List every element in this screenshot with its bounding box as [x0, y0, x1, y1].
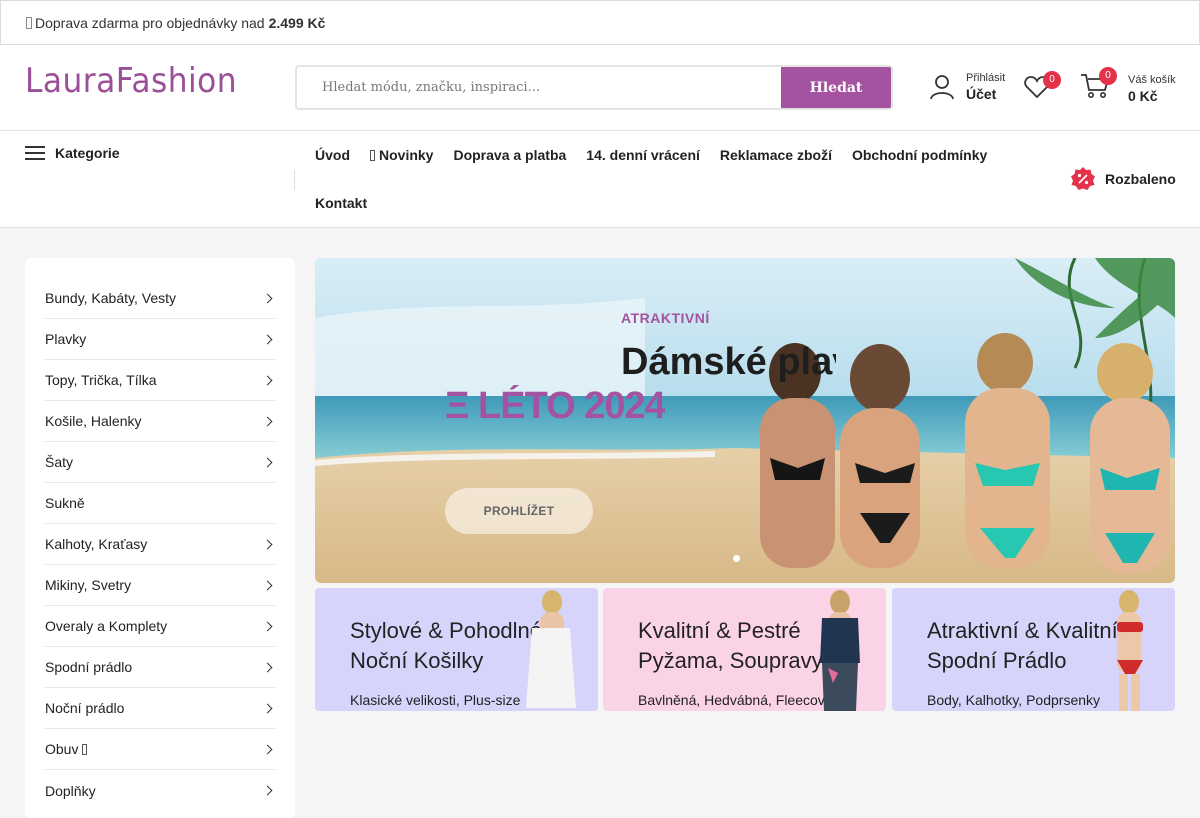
categories-label: Kategorie	[55, 145, 120, 161]
cart-button[interactable]: 0 Váš košík 0 Kč	[1080, 67, 1176, 105]
search-input[interactable]	[297, 67, 781, 108]
chevron-right-icon	[262, 703, 273, 713]
chevron-right-icon	[262, 662, 273, 672]
site-header: LauraFashion Hledat Přihlásit Účet 0 0	[0, 45, 1200, 131]
sidebar-category-label: Overaly a Komplety	[45, 618, 168, 634]
promo-product-image	[820, 590, 860, 711]
chevron-right-icon	[262, 744, 273, 754]
sidebar-category-label: Mikiny, Svetry	[45, 577, 132, 593]
menu-item-novinky[interactable]: Novinky	[370, 131, 433, 179]
slider-dot[interactable]	[733, 555, 740, 562]
user-icon	[930, 75, 954, 100]
hero-banner: ATRAKTIVNÍ Dámské plavky Ξ LÉTO 2024 PRO…	[315, 258, 1175, 583]
sidebar-category-label: Šaty	[45, 454, 74, 470]
sidebar-category-label: Bundy, Kabáty, Vesty	[45, 290, 177, 306]
account-login-label: Přihlásit	[966, 72, 1006, 84]
sidebar-category-label: Noční prádlo	[45, 700, 125, 716]
hamburger-icon	[25, 146, 45, 160]
chevron-right-icon	[262, 580, 273, 590]
promo-card[interactable]: Atraktivní & Kvalitní Spodní Prádlo Body, …	[892, 588, 1175, 711]
hero-subtitle-text: LÉTO 2024	[478, 385, 665, 427]
account-label: Účet	[966, 86, 997, 102]
sidebar-category-label: Sukně	[45, 495, 85, 511]
nav-divider	[294, 170, 295, 190]
sidebar-category-item[interactable]: Bundy, Kabáty, Vesty	[45, 278, 275, 319]
search-bar: Hledat	[295, 65, 893, 110]
menu-item-reklamace[interactable]: Reklamace zboží	[720, 131, 832, 179]
sidebar-category-label: Obuv	[45, 741, 79, 757]
new-icon	[370, 150, 375, 161]
sidebar-category-label: Topy, Trička, Tílka	[45, 372, 157, 388]
hero-eyebrow: ATRAKTIVNÍ	[621, 310, 710, 326]
promo-product-image	[1117, 590, 1143, 711]
category-sidebar: Bundy, Kabáty, Vesty Plavky Topy, Trička, …	[25, 258, 295, 818]
slider-dots	[733, 555, 740, 562]
menu-item-vraceni[interactable]: 14. denní vrácení	[586, 131, 700, 179]
sidebar-category-label: Plavky	[45, 331, 87, 347]
promo-title-line2: Pyžama, Soupravy	[638, 648, 823, 673]
chevron-right-icon	[262, 375, 273, 385]
chevron-right-icon	[262, 293, 273, 303]
sidebar-category-item[interactable]: Košile, Halenky	[45, 401, 275, 442]
sidebar-category-label: Kalhoty, Kraťasy	[45, 536, 148, 552]
unboxed-link[interactable]: Rozbaleno	[1071, 167, 1176, 191]
shoe-icon	[82, 744, 88, 755]
menu-item-doprava[interactable]: Doprava a platba	[453, 131, 566, 179]
menu-item-uvod[interactable]: Úvod	[315, 131, 350, 179]
cart-count-badge: 0	[1099, 67, 1117, 85]
sidebar-category-item[interactable]: Šaty	[45, 442, 275, 483]
promo-subtitle: Body, Kalhotky, Podprsenky	[927, 692, 1101, 708]
menu-item-kontakt[interactable]: Kontakt	[315, 179, 367, 227]
truck-icon	[26, 16, 32, 29]
categories-toggle[interactable]: Kategorie	[25, 145, 120, 161]
hero-subtitle: Ξ LÉTO 2024	[445, 385, 665, 427]
wishlist-button[interactable]: 0	[1024, 71, 1061, 104]
promo-subtitle: Klasické velikosti, Plus-size	[350, 692, 521, 708]
unboxed-label: Rozbaleno	[1105, 171, 1176, 187]
sidebar-category-item[interactable]: Kalhoty, Kraťasy	[45, 524, 275, 565]
cart-total: 0 Kč	[1128, 87, 1158, 104]
promo-title: Kvalitní & Pestré Pyžama, Soupravy	[638, 616, 823, 676]
chevron-right-icon	[262, 785, 273, 796]
promo-product-image	[526, 590, 576, 708]
chevron-right-icon	[262, 416, 273, 426]
sidebar-category-item[interactable]: Overaly a Komplety	[45, 606, 275, 647]
promo-card[interactable]: Kvalitní & Pestré Pyžama, Soupravy Bavlněn…	[603, 588, 886, 711]
account-link[interactable]: Přihlásit Účet	[929, 72, 1005, 102]
site-logo[interactable]: LauraFashion	[25, 61, 237, 101]
discount-badge-icon	[1071, 167, 1095, 190]
sidebar-category-item[interactable]: Mikiny, Svetry	[45, 565, 275, 606]
chevron-right-icon	[262, 334, 273, 344]
sidebar-category-label: Košile, Halenky	[45, 413, 142, 429]
sidebar-category-item[interactable]: Sukně	[45, 483, 275, 524]
main-navigation: Kategorie Úvod Novinky Doprava a platba …	[0, 131, 1200, 228]
search-button[interactable]: Hledat	[781, 67, 891, 108]
sidebar-category-item[interactable]: Plavky	[45, 319, 275, 360]
promo-title-line1: Kvalitní & Pestré	[638, 618, 801, 643]
wishlist-count-badge: 0	[1043, 71, 1061, 89]
chevron-right-icon	[262, 539, 273, 549]
sidebar-category-item[interactable]: Topy, Trička, Tílka	[45, 360, 275, 401]
sidebar-category-item[interactable]: Spodní prádlo	[45, 647, 275, 688]
free-shipping-text: Doprava zdarma pro objednávky nad	[35, 14, 265, 31]
cart-label: Váš košík	[1128, 73, 1176, 86]
sidebar-category-item[interactable]: Noční prádlo	[45, 688, 275, 729]
hero-browse-button[interactable]: PROHLÍŽET	[445, 488, 593, 534]
sidebar-category-item[interactable]: Obuv	[45, 729, 275, 770]
chevron-right-icon	[262, 457, 273, 467]
free-shipping-amount: 2.499 Kč	[268, 14, 326, 31]
chevron-right-icon	[262, 621, 273, 631]
promo-card[interactable]: Stylové & Pohodlné Noční Košilky Klasické …	[315, 588, 598, 711]
hero-beach-image	[315, 258, 1175, 583]
sidebar-category-item[interactable]: Doplňky	[45, 770, 275, 811]
sidebar-category-label: Doplňky	[45, 782, 96, 799]
menu-item-novinky-label: Novinky	[379, 147, 434, 163]
top-menu: Úvod Novinky Doprava a platba 14. denní …	[315, 131, 1015, 227]
free-shipping-bar: Doprava zdarma pro objednávky nad 2.499 …	[0, 0, 1200, 45]
hero-title: Dámské plavky	[621, 341, 836, 383]
sidebar-category-label: Spodní prádlo	[45, 659, 133, 675]
sidebar-label-group: Obuv	[45, 741, 88, 757]
menu-item-podminky[interactable]: Obchodní podmínky	[852, 131, 987, 179]
